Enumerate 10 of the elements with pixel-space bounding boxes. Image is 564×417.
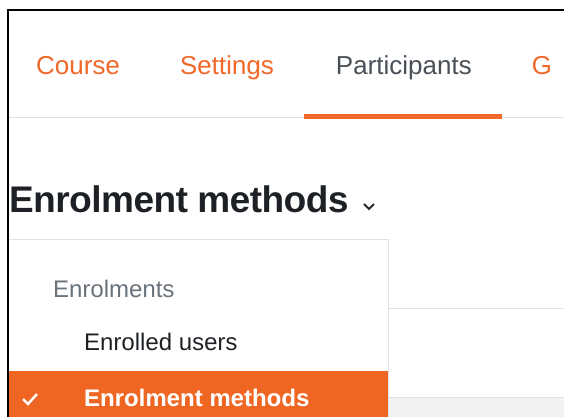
menu-item[interactable]: Enrolment methods bbox=[9, 371, 388, 417]
nav-tab[interactable]: Settings bbox=[150, 11, 304, 119]
nav-tab[interactable]: Participants bbox=[304, 11, 502, 119]
chevron-down-icon[interactable] bbox=[362, 202, 376, 210]
check-icon bbox=[21, 392, 39, 406]
page-title: Enrolment methods bbox=[9, 178, 348, 222]
nav-tab[interactable]: Course bbox=[9, 11, 150, 119]
nav-tab[interactable]: G bbox=[502, 11, 552, 119]
menu-group-label: Enrolments bbox=[53, 275, 174, 302]
menu-item[interactable]: Enrolled users bbox=[9, 315, 388, 371]
